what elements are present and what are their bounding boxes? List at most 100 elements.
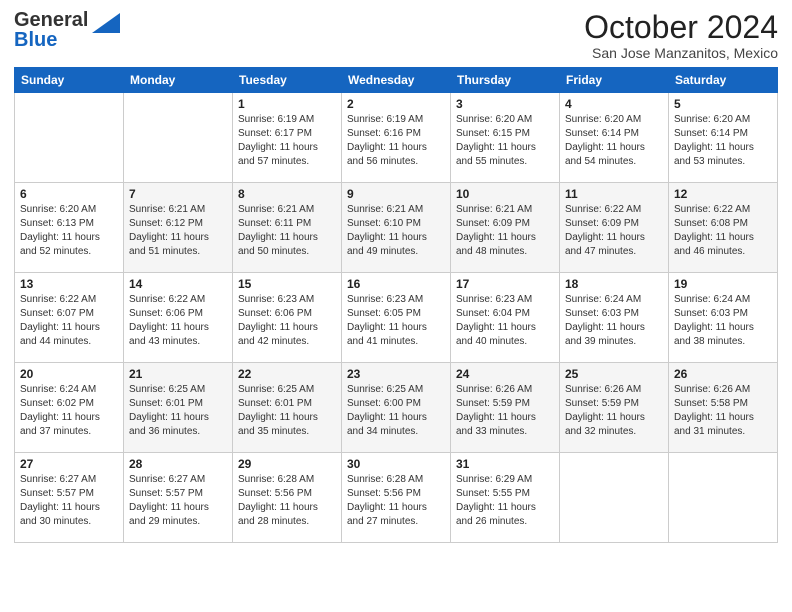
day-number: 22 bbox=[238, 367, 336, 381]
calendar-row: 13 Sunrise: 6:22 AMSunset: 6:07 PMDaylig… bbox=[15, 273, 778, 363]
table-row: 18 Sunrise: 6:24 AMSunset: 6:03 PMDaylig… bbox=[560, 273, 669, 363]
logo-general: General bbox=[14, 9, 88, 31]
day-number: 12 bbox=[674, 187, 772, 201]
day-number: 9 bbox=[347, 187, 445, 201]
table-row bbox=[560, 453, 669, 543]
day-info: Sunrise: 6:20 AMSunset: 6:13 PMDaylight:… bbox=[20, 203, 118, 259]
day-info: Sunrise: 6:29 AMSunset: 5:55 PMDaylight:… bbox=[456, 473, 554, 529]
table-row: 19 Sunrise: 6:24 AMSunset: 6:03 PMDaylig… bbox=[669, 273, 778, 363]
day-number: 16 bbox=[347, 277, 445, 291]
table-row: 21 Sunrise: 6:25 AMSunset: 6:01 PMDaylig… bbox=[124, 363, 233, 453]
calendar-row: 20 Sunrise: 6:24 AMSunset: 6:02 PMDaylig… bbox=[15, 363, 778, 453]
table-row: 13 Sunrise: 6:22 AMSunset: 6:07 PMDaylig… bbox=[15, 273, 124, 363]
calendar-row: 27 Sunrise: 6:27 AMSunset: 5:57 PMDaylig… bbox=[15, 453, 778, 543]
col-sunday: Sunday bbox=[15, 68, 124, 93]
day-number: 21 bbox=[129, 367, 227, 381]
table-row: 5 Sunrise: 6:20 AMSunset: 6:14 PMDayligh… bbox=[669, 93, 778, 183]
day-info: Sunrise: 6:25 AMSunset: 6:01 PMDaylight:… bbox=[129, 383, 227, 439]
col-monday: Monday bbox=[124, 68, 233, 93]
day-number: 14 bbox=[129, 277, 227, 291]
table-row: 25 Sunrise: 6:26 AMSunset: 5:59 PMDaylig… bbox=[560, 363, 669, 453]
col-wednesday: Wednesday bbox=[342, 68, 451, 93]
day-number: 30 bbox=[347, 457, 445, 471]
day-info: Sunrise: 6:21 AMSunset: 6:10 PMDaylight:… bbox=[347, 203, 445, 259]
day-info: Sunrise: 6:19 AMSunset: 6:16 PMDaylight:… bbox=[347, 113, 445, 169]
calendar-table: Sunday Monday Tuesday Wednesday Thursday… bbox=[14, 67, 778, 543]
table-row bbox=[15, 93, 124, 183]
table-row: 20 Sunrise: 6:24 AMSunset: 6:02 PMDaylig… bbox=[15, 363, 124, 453]
table-row: 28 Sunrise: 6:27 AMSunset: 5:57 PMDaylig… bbox=[124, 453, 233, 543]
day-info: Sunrise: 6:23 AMSunset: 6:06 PMDaylight:… bbox=[238, 293, 336, 349]
table-row: 1 Sunrise: 6:19 AMSunset: 6:17 PMDayligh… bbox=[233, 93, 342, 183]
logo-blue: Blue bbox=[14, 29, 57, 51]
logo: General Blue bbox=[14, 10, 120, 50]
day-info: Sunrise: 6:26 AMSunset: 5:59 PMDaylight:… bbox=[565, 383, 663, 439]
day-number: 10 bbox=[456, 187, 554, 201]
table-row: 26 Sunrise: 6:26 AMSunset: 5:58 PMDaylig… bbox=[669, 363, 778, 453]
day-number: 18 bbox=[565, 277, 663, 291]
table-row: 3 Sunrise: 6:20 AMSunset: 6:15 PMDayligh… bbox=[451, 93, 560, 183]
day-number: 5 bbox=[674, 97, 772, 111]
day-info: Sunrise: 6:26 AMSunset: 5:58 PMDaylight:… bbox=[674, 383, 772, 439]
day-number: 19 bbox=[674, 277, 772, 291]
day-info: Sunrise: 6:21 AMSunset: 6:09 PMDaylight:… bbox=[456, 203, 554, 259]
table-row: 29 Sunrise: 6:28 AMSunset: 5:56 PMDaylig… bbox=[233, 453, 342, 543]
month-title: October 2024 bbox=[584, 10, 778, 45]
day-info: Sunrise: 6:25 AMSunset: 6:00 PMDaylight:… bbox=[347, 383, 445, 439]
col-saturday: Saturday bbox=[669, 68, 778, 93]
day-info: Sunrise: 6:28 AMSunset: 5:56 PMDaylight:… bbox=[238, 473, 336, 529]
col-friday: Friday bbox=[560, 68, 669, 93]
day-number: 17 bbox=[456, 277, 554, 291]
table-row: 27 Sunrise: 6:27 AMSunset: 5:57 PMDaylig… bbox=[15, 453, 124, 543]
table-row: 24 Sunrise: 6:26 AMSunset: 5:59 PMDaylig… bbox=[451, 363, 560, 453]
day-number: 1 bbox=[238, 97, 336, 111]
day-number: 8 bbox=[238, 187, 336, 201]
day-number: 24 bbox=[456, 367, 554, 381]
header: General Blue October 2024 San Jose Manza… bbox=[14, 10, 778, 61]
table-row: 6 Sunrise: 6:20 AMSunset: 6:13 PMDayligh… bbox=[15, 183, 124, 273]
table-row bbox=[669, 453, 778, 543]
day-info: Sunrise: 6:20 AMSunset: 6:14 PMDaylight:… bbox=[674, 113, 772, 169]
table-row: 22 Sunrise: 6:25 AMSunset: 6:01 PMDaylig… bbox=[233, 363, 342, 453]
day-number: 31 bbox=[456, 457, 554, 471]
table-row bbox=[124, 93, 233, 183]
page: General Blue October 2024 San Jose Manza… bbox=[0, 0, 792, 612]
table-row: 16 Sunrise: 6:23 AMSunset: 6:05 PMDaylig… bbox=[342, 273, 451, 363]
day-number: 2 bbox=[347, 97, 445, 111]
day-number: 6 bbox=[20, 187, 118, 201]
day-info: Sunrise: 6:22 AMSunset: 6:06 PMDaylight:… bbox=[129, 293, 227, 349]
table-row: 11 Sunrise: 6:22 AMSunset: 6:09 PMDaylig… bbox=[560, 183, 669, 273]
day-info: Sunrise: 6:23 AMSunset: 6:04 PMDaylight:… bbox=[456, 293, 554, 349]
day-number: 13 bbox=[20, 277, 118, 291]
day-number: 15 bbox=[238, 277, 336, 291]
day-info: Sunrise: 6:28 AMSunset: 5:56 PMDaylight:… bbox=[347, 473, 445, 529]
col-tuesday: Tuesday bbox=[233, 68, 342, 93]
day-number: 11 bbox=[565, 187, 663, 201]
day-info: Sunrise: 6:24 AMSunset: 6:03 PMDaylight:… bbox=[565, 293, 663, 349]
logo-icon bbox=[92, 13, 120, 33]
day-number: 23 bbox=[347, 367, 445, 381]
day-info: Sunrise: 6:26 AMSunset: 5:59 PMDaylight:… bbox=[456, 383, 554, 439]
day-info: Sunrise: 6:25 AMSunset: 6:01 PMDaylight:… bbox=[238, 383, 336, 439]
table-row: 30 Sunrise: 6:28 AMSunset: 5:56 PMDaylig… bbox=[342, 453, 451, 543]
day-number: 28 bbox=[129, 457, 227, 471]
calendar-row: 1 Sunrise: 6:19 AMSunset: 6:17 PMDayligh… bbox=[15, 93, 778, 183]
day-info: Sunrise: 6:23 AMSunset: 6:05 PMDaylight:… bbox=[347, 293, 445, 349]
day-info: Sunrise: 6:27 AMSunset: 5:57 PMDaylight:… bbox=[20, 473, 118, 529]
day-info: Sunrise: 6:22 AMSunset: 6:09 PMDaylight:… bbox=[565, 203, 663, 259]
table-row: 17 Sunrise: 6:23 AMSunset: 6:04 PMDaylig… bbox=[451, 273, 560, 363]
title-block: October 2024 San Jose Manzanitos, Mexico bbox=[584, 10, 778, 61]
location: San Jose Manzanitos, Mexico bbox=[584, 45, 778, 61]
header-row: Sunday Monday Tuesday Wednesday Thursday… bbox=[15, 68, 778, 93]
day-info: Sunrise: 6:27 AMSunset: 5:57 PMDaylight:… bbox=[129, 473, 227, 529]
day-number: 20 bbox=[20, 367, 118, 381]
day-info: Sunrise: 6:24 AMSunset: 6:02 PMDaylight:… bbox=[20, 383, 118, 439]
table-row: 4 Sunrise: 6:20 AMSunset: 6:14 PMDayligh… bbox=[560, 93, 669, 183]
calendar-row: 6 Sunrise: 6:20 AMSunset: 6:13 PMDayligh… bbox=[15, 183, 778, 273]
day-number: 25 bbox=[565, 367, 663, 381]
table-row: 7 Sunrise: 6:21 AMSunset: 6:12 PMDayligh… bbox=[124, 183, 233, 273]
table-row: 23 Sunrise: 6:25 AMSunset: 6:00 PMDaylig… bbox=[342, 363, 451, 453]
day-number: 4 bbox=[565, 97, 663, 111]
day-number: 3 bbox=[456, 97, 554, 111]
table-row: 10 Sunrise: 6:21 AMSunset: 6:09 PMDaylig… bbox=[451, 183, 560, 273]
